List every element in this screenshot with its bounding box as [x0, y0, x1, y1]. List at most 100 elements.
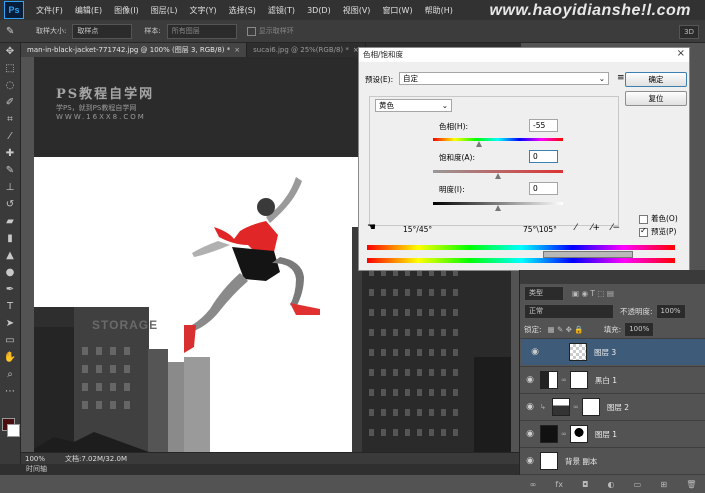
- crop-tool-icon[interactable]: ⌗: [0, 111, 20, 128]
- reset-button[interactable]: 复位: [625, 91, 687, 106]
- layer-row[interactable]: ◉ ↳ ∞ 图层 2: [520, 393, 705, 420]
- channel-value: 黄色: [379, 101, 394, 110]
- link-layers-icon[interactable]: ∞: [530, 480, 537, 489]
- trash-icon[interactable]: 🗑: [686, 480, 696, 489]
- blur-tool-icon[interactable]: ▲: [0, 247, 20, 264]
- timeline-tab[interactable]: 时间轴: [26, 465, 47, 473]
- adjustment-layer-icon[interactable]: ◐: [608, 480, 615, 489]
- hue-saturation-dialog: 色相/饱和度 × 预设(E): 自定 ⌄ ≡ 确定 复位 黄色 ⌄ 色相(H): -…: [358, 47, 690, 271]
- dodge-tool-icon[interactable]: ●: [0, 264, 20, 281]
- site-watermark: www.haoyidianshe!l.com: [489, 2, 691, 19]
- layer-name: 黑白 1: [594, 375, 617, 385]
- targeted-adjust-hand-icon[interactable]: ☚: [367, 222, 376, 233]
- eye-icon[interactable]: ◉: [525, 346, 545, 359]
- eyedropper-icon[interactable]: ⁄: [575, 223, 577, 233]
- close-icon[interactable]: ×: [234, 46, 240, 54]
- document-tab[interactable]: man-in-black-jacket-771742.jpg @ 100% (图…: [21, 43, 248, 57]
- history-brush-icon[interactable]: ↺: [0, 196, 20, 213]
- new-layer-icon[interactable]: ⊞: [660, 480, 667, 489]
- pen-tool-icon[interactable]: ✒: [0, 281, 20, 298]
- group-icon[interactable]: ▭: [634, 480, 642, 489]
- sample-size-select[interactable]: 取样点: [72, 23, 133, 39]
- preset-options-icon[interactable]: ≡: [617, 73, 625, 83]
- blend-mode-select[interactable]: 正常: [524, 303, 614, 319]
- fill-input[interactable]: 100%: [624, 321, 655, 337]
- workspace-3d-button[interactable]: 3D: [679, 25, 699, 39]
- hue-input[interactable]: -55: [529, 119, 558, 132]
- preview-option[interactable]: ✓ 预览(P): [639, 226, 676, 237]
- brush-tool-icon[interactable]: ✎: [0, 162, 20, 179]
- filter-icons[interactable]: ▣ ◉ T ⬚ ▤: [572, 289, 614, 298]
- menu-type[interactable]: 文字(Y): [183, 5, 222, 16]
- menu-3d[interactable]: 3D(D): [301, 6, 337, 15]
- fx-icon[interactable]: fx: [555, 480, 563, 489]
- shape-tool-icon[interactable]: ▭: [0, 332, 20, 349]
- menu-help[interactable]: 帮助(H): [419, 5, 459, 16]
- lasso-tool-icon[interactable]: ◌: [0, 77, 20, 94]
- show-ring-checkbox[interactable]: [246, 26, 256, 36]
- zoom-level[interactable]: 100%: [25, 455, 45, 463]
- menu-window[interactable]: 窗口(W): [376, 5, 418, 16]
- range-selector[interactable]: [543, 251, 633, 258]
- hue-slider-track[interactable]: [433, 138, 563, 141]
- eye-icon[interactable]: ◉: [520, 456, 540, 466]
- hand-tool-icon[interactable]: ✋: [0, 349, 20, 366]
- layer-filter-select[interactable]: 类型: [524, 285, 564, 301]
- preset-select[interactable]: 自定 ⌄: [399, 72, 609, 85]
- ok-button[interactable]: 确定: [625, 72, 687, 87]
- gradient-tool-icon[interactable]: ▮: [0, 230, 20, 247]
- sample-size-label: 取样大小:: [36, 27, 67, 35]
- close-icon[interactable]: ×: [677, 48, 685, 59]
- eraser-tool-icon[interactable]: ▰: [0, 213, 20, 230]
- range-right-readout: 75°\105°: [523, 225, 557, 234]
- quick-select-tool-icon[interactable]: ✐: [0, 94, 20, 111]
- opacity-input[interactable]: 100%: [655, 303, 686, 319]
- marquee-tool-icon[interactable]: ⬚: [0, 60, 20, 77]
- hue-label: 色相(H):: [439, 122, 469, 131]
- layer-row[interactable]: ◉ ∞ 黑白 1: [520, 366, 705, 393]
- eyedropper-plus-icon[interactable]: ⁄+: [591, 223, 600, 233]
- hue-slider-thumb[interactable]: [475, 141, 482, 147]
- document-tab[interactable]: sucai6.jpg @ 25%(RGB/8) * ×: [247, 43, 366, 57]
- eyedropper-icon[interactable]: ⁄: [0, 128, 20, 145]
- menu-layer[interactable]: 图层(L): [145, 5, 184, 16]
- eye-icon[interactable]: ◉: [520, 375, 540, 385]
- layer-row[interactable]: ◉ ∞ 图层 1: [520, 420, 705, 447]
- colorize-option[interactable]: 着色(O): [639, 213, 678, 224]
- layer-row[interactable]: ◉ 背景 副本: [520, 447, 705, 474]
- eye-icon[interactable]: ◉: [520, 402, 540, 412]
- move-tool-icon[interactable]: ✥: [0, 43, 20, 60]
- colorize-checkbox[interactable]: [639, 214, 648, 224]
- eye-icon[interactable]: ◉: [520, 429, 540, 439]
- path-select-icon[interactable]: ➤: [0, 315, 20, 332]
- background-color-swatch[interactable]: [7, 424, 20, 437]
- healing-tool-icon[interactable]: ✚: [0, 145, 20, 162]
- menu-edit[interactable]: 编辑(E): [69, 5, 108, 16]
- sample-select[interactable]: 所有图层: [166, 23, 237, 39]
- stamp-tool-icon[interactable]: ⊥: [0, 179, 20, 196]
- menu-view[interactable]: 视图(V): [337, 5, 377, 16]
- saturation-input[interactable]: 0: [529, 150, 558, 163]
- storage-sign: STORAGE: [92, 318, 158, 332]
- saturation-slider-thumb[interactable]: [495, 173, 501, 179]
- preview-checkbox[interactable]: ✓: [639, 226, 648, 237]
- lock-icons[interactable]: ▦ ✎ ✥ 🔒: [548, 325, 584, 334]
- lightness-input[interactable]: 0: [529, 182, 558, 195]
- type-tool-icon[interactable]: T: [0, 298, 20, 315]
- eyedropper-minus-icon[interactable]: ⁄−: [611, 223, 620, 233]
- menu-image[interactable]: 图像(I): [108, 5, 145, 16]
- layer-row[interactable]: ◉ 图层 3: [520, 338, 705, 366]
- layer-thumbnail: [569, 343, 587, 361]
- menu-select[interactable]: 选择(S): [223, 5, 262, 16]
- menu-filter[interactable]: 滤镜(T): [262, 5, 301, 16]
- channel-select[interactable]: 黄色 ⌄: [375, 99, 452, 112]
- add-mask-icon[interactable]: ◘: [582, 480, 588, 489]
- zoom-tool-icon[interactable]: ⌕: [0, 366, 20, 383]
- show-ring-option[interactable]: 显示取样环: [246, 26, 294, 36]
- menu-file[interactable]: 文件(F): [30, 5, 69, 16]
- lightness-slider-thumb[interactable]: [495, 205, 501, 211]
- eyedropper-tool-icon[interactable]: ✎: [6, 26, 20, 37]
- dialog-title-bar[interactable]: 色相/饱和度: [359, 48, 689, 62]
- more-tools-icon[interactable]: ⋯: [0, 383, 20, 400]
- mask-thumbnail: [569, 371, 588, 389]
